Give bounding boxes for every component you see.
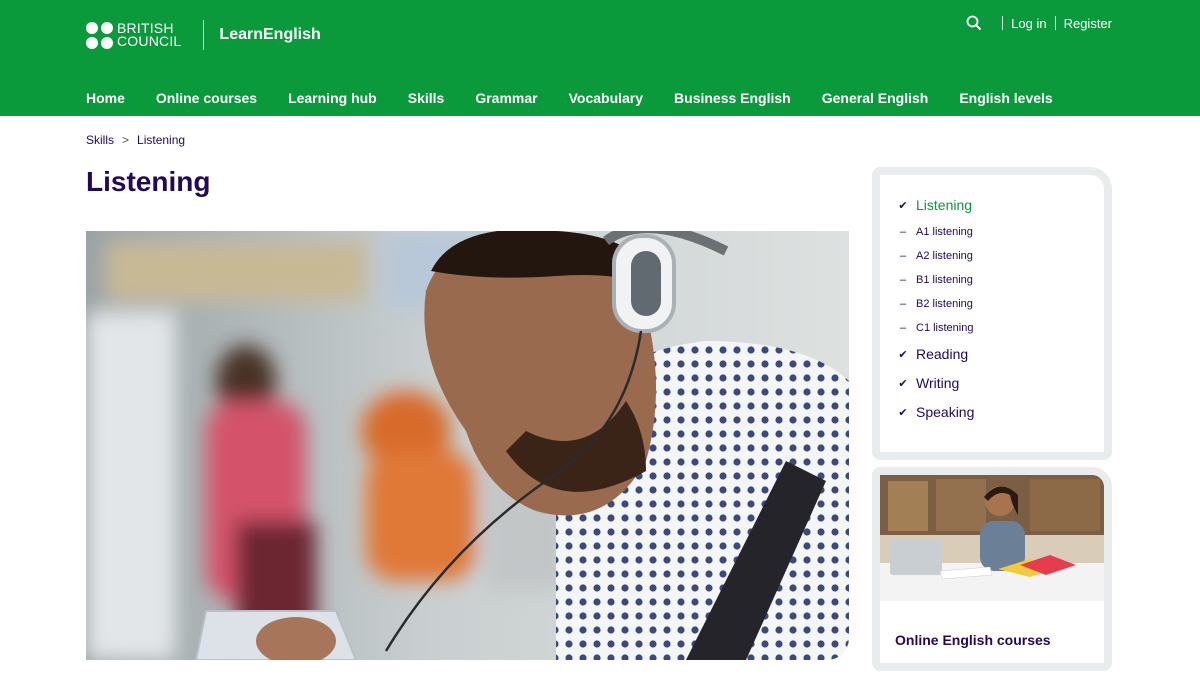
- site-name[interactable]: LearnEnglish: [219, 26, 320, 44]
- breadcrumb-skills[interactable]: Skills: [86, 133, 114, 147]
- brand: BRITISH COUNCIL LearnEnglish: [86, 20, 321, 50]
- brand-divider: [203, 20, 205, 50]
- menu-item-b2-listening[interactable]: – B2 listening: [896, 298, 1104, 310]
- breadcrumb-separator: >: [122, 133, 130, 147]
- nav-online-courses[interactable]: Online courses: [156, 90, 257, 106]
- nav-vocabulary[interactable]: Vocabulary: [569, 90, 643, 106]
- menu-item-a2-listening[interactable]: – A2 listening: [896, 250, 1104, 262]
- skills-menu-card: ✔ Listening – A1 listening – A2 listenin…: [872, 167, 1112, 460]
- account-links: Log in Register: [966, 15, 1112, 31]
- menu-item-speaking[interactable]: ✔ Speaking: [896, 404, 1104, 420]
- promo-image-woman-laptop: [880, 475, 1104, 601]
- menu-item-b1-listening[interactable]: – B1 listening: [896, 274, 1104, 286]
- logo-text: BRITISH COUNCIL: [117, 20, 182, 49]
- main-nav: Home Online courses Learning hub Skills …: [86, 90, 1084, 106]
- search-icon[interactable]: [966, 15, 982, 31]
- page-title: Listening: [86, 166, 211, 197]
- checkmark-icon: ✔: [898, 199, 908, 212]
- register-link[interactable]: Register: [1064, 16, 1112, 31]
- nav-learning-hub[interactable]: Learning hub: [288, 90, 377, 106]
- menu-item-writing[interactable]: ✔ Writing: [896, 375, 1104, 391]
- login-link[interactable]: Log in: [1011, 16, 1046, 31]
- menu-item-a1-listening[interactable]: – A1 listening: [896, 226, 1104, 238]
- menu-item-listening[interactable]: ✔ Listening: [896, 197, 1104, 213]
- nav-english-levels[interactable]: English levels: [959, 90, 1052, 106]
- menu-item-reading[interactable]: ✔ Reading: [896, 346, 1104, 362]
- separator: [1054, 16, 1056, 30]
- dash-icon: –: [899, 226, 907, 238]
- separator: [1002, 16, 1004, 30]
- hero-image-man-with-headphones: [86, 231, 849, 660]
- menu-item-c1-listening[interactable]: – C1 listening: [896, 322, 1104, 334]
- online-courses-promo-card[interactable]: Online English courses: [872, 467, 1112, 671]
- british-council-logo[interactable]: BRITISH COUNCIL: [86, 20, 182, 49]
- checkmark-icon: ✔: [898, 348, 908, 361]
- dash-icon: –: [899, 322, 907, 334]
- nav-home[interactable]: Home: [86, 90, 125, 106]
- dash-icon: –: [899, 274, 907, 286]
- nav-business-english[interactable]: Business English: [674, 90, 791, 106]
- promo-title: Online English courses: [895, 632, 1051, 648]
- breadcrumb-current: Listening: [137, 133, 186, 147]
- nav-grammar[interactable]: Grammar: [475, 90, 537, 106]
- nav-skills[interactable]: Skills: [408, 90, 445, 106]
- checkmark-icon: ✔: [898, 406, 908, 419]
- dash-icon: –: [899, 250, 907, 262]
- dash-icon: –: [899, 298, 907, 310]
- breadcrumb: Skills > Listening: [86, 133, 185, 147]
- site-header: BRITISH COUNCIL LearnEnglish Log in Regi…: [0, 0, 1200, 116]
- logo-dots-icon: [86, 21, 113, 49]
- checkmark-icon: ✔: [898, 377, 908, 390]
- nav-general-english[interactable]: General English: [822, 90, 929, 106]
